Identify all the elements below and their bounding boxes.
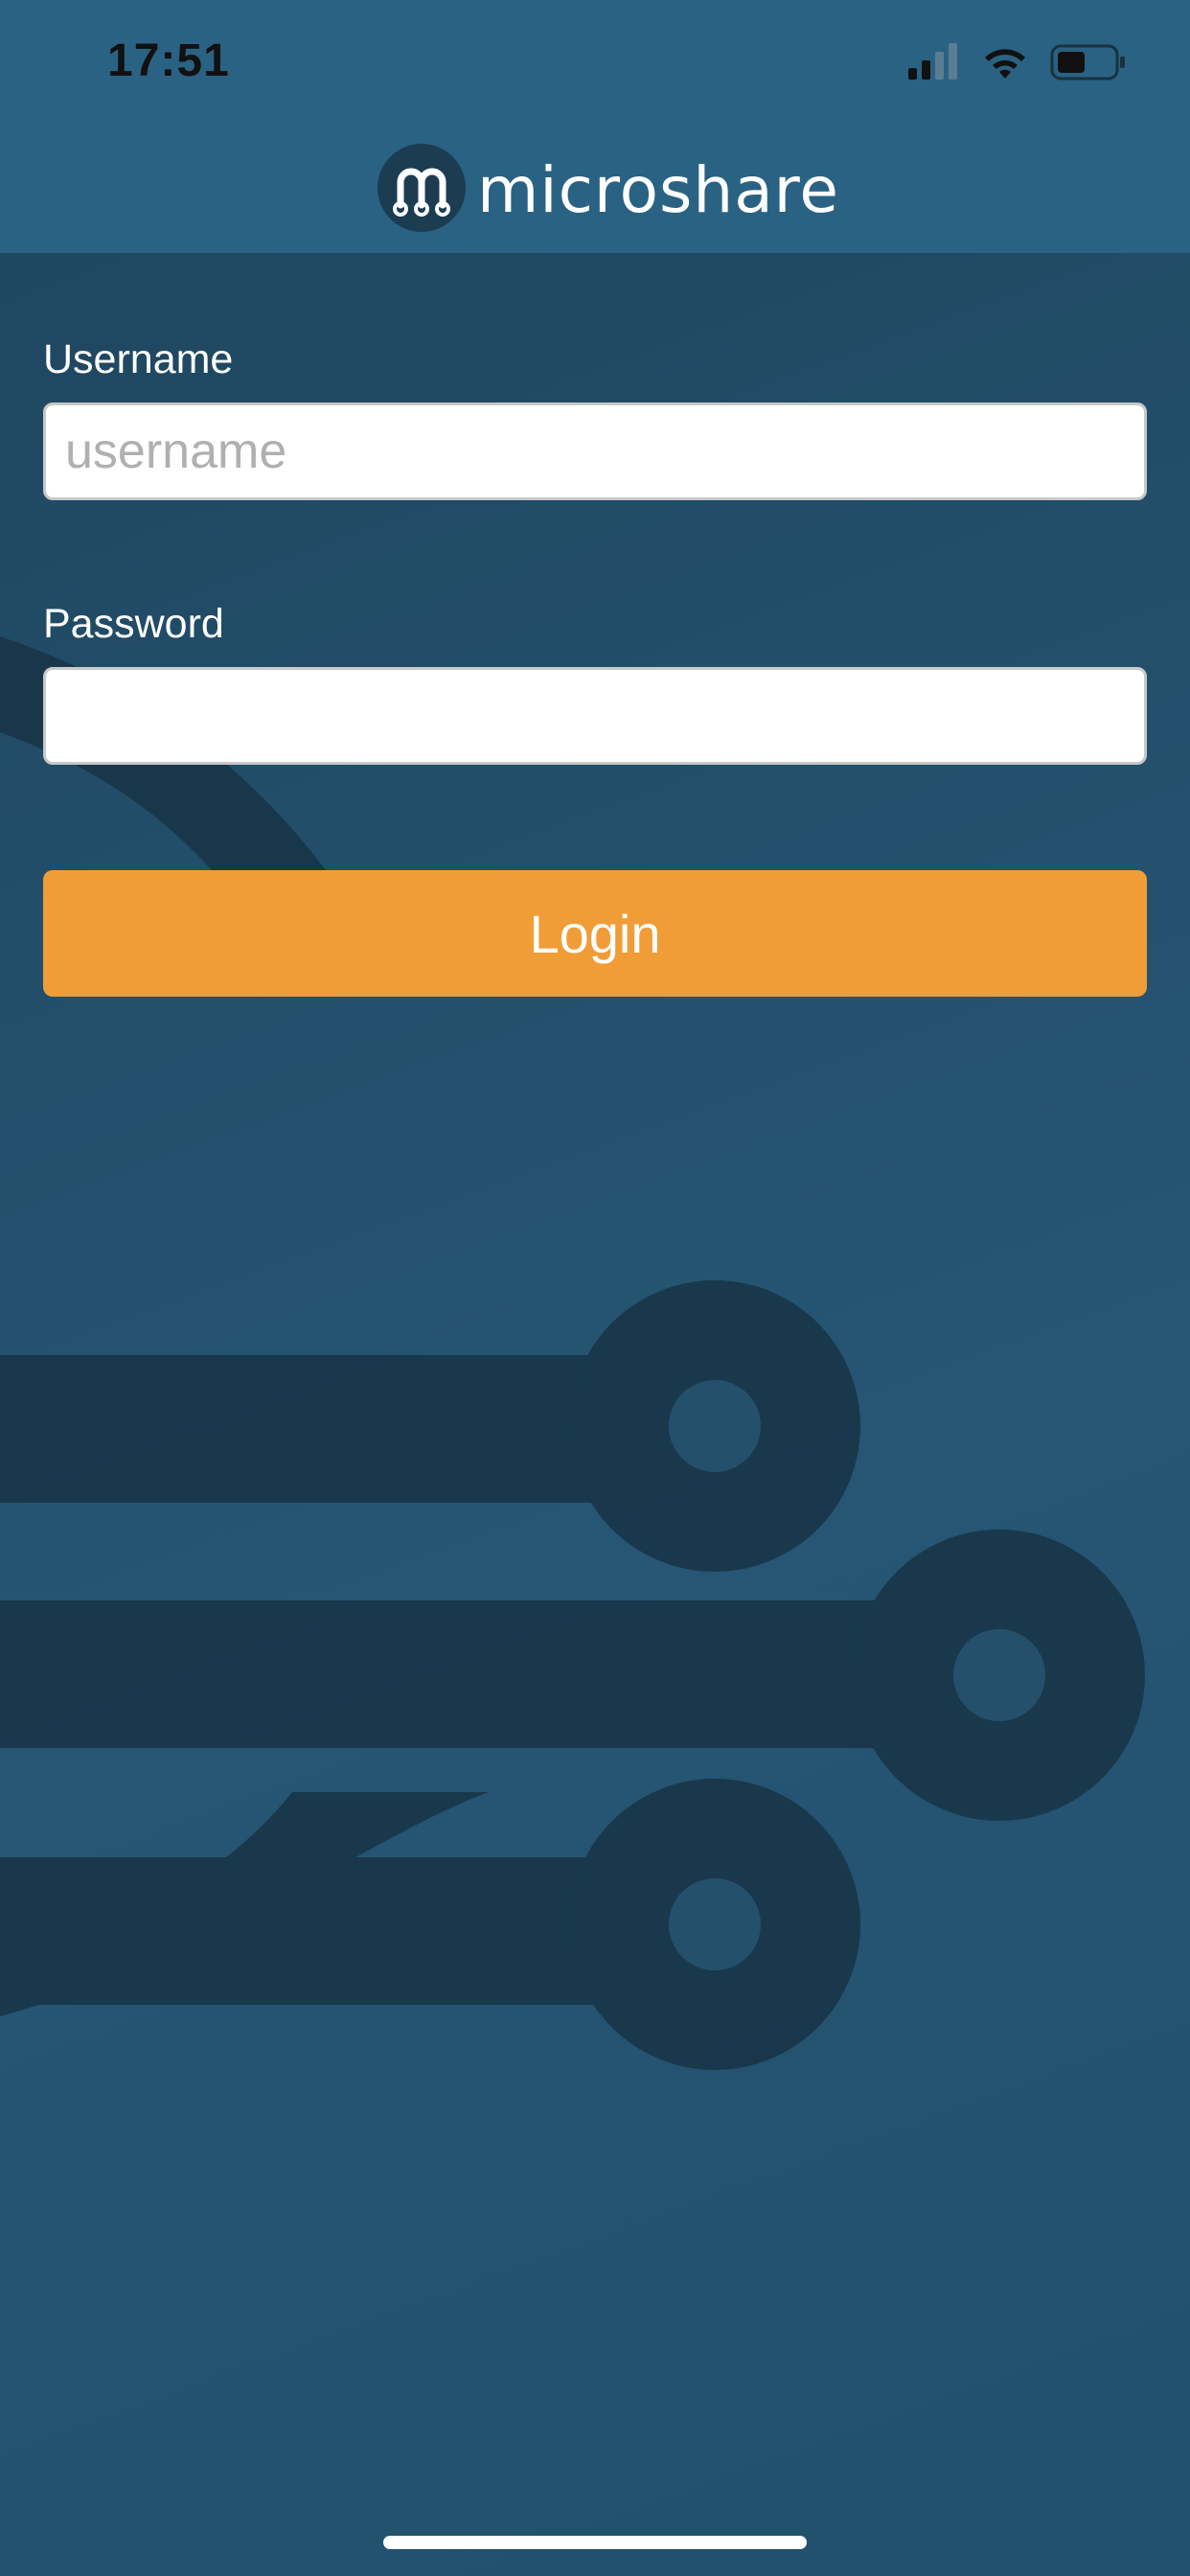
login-screen: Username Password Login bbox=[0, 253, 1190, 2576]
login-button[interactable]: Login bbox=[43, 870, 1147, 997]
status-time: 17:51 bbox=[107, 35, 230, 86]
password-label: Password bbox=[43, 601, 224, 647]
status-icons bbox=[908, 42, 1127, 86]
battery-icon bbox=[1050, 43, 1127, 86]
cellular-signal-icon bbox=[908, 42, 960, 86]
logo-text: microshare bbox=[477, 152, 839, 227]
login-form: Username Password bbox=[43, 330, 1147, 765]
logo: microshare bbox=[378, 143, 839, 237]
username-label: Username bbox=[43, 336, 234, 382]
home-indicator[interactable] bbox=[383, 2536, 807, 2549]
app-header: 17:51 microshare bbox=[0, 0, 1190, 253]
microshare-logo-icon bbox=[378, 143, 466, 237]
username-input[interactable] bbox=[43, 402, 1147, 500]
wifi-icon bbox=[981, 44, 1029, 85]
password-input[interactable] bbox=[43, 667, 1147, 765]
